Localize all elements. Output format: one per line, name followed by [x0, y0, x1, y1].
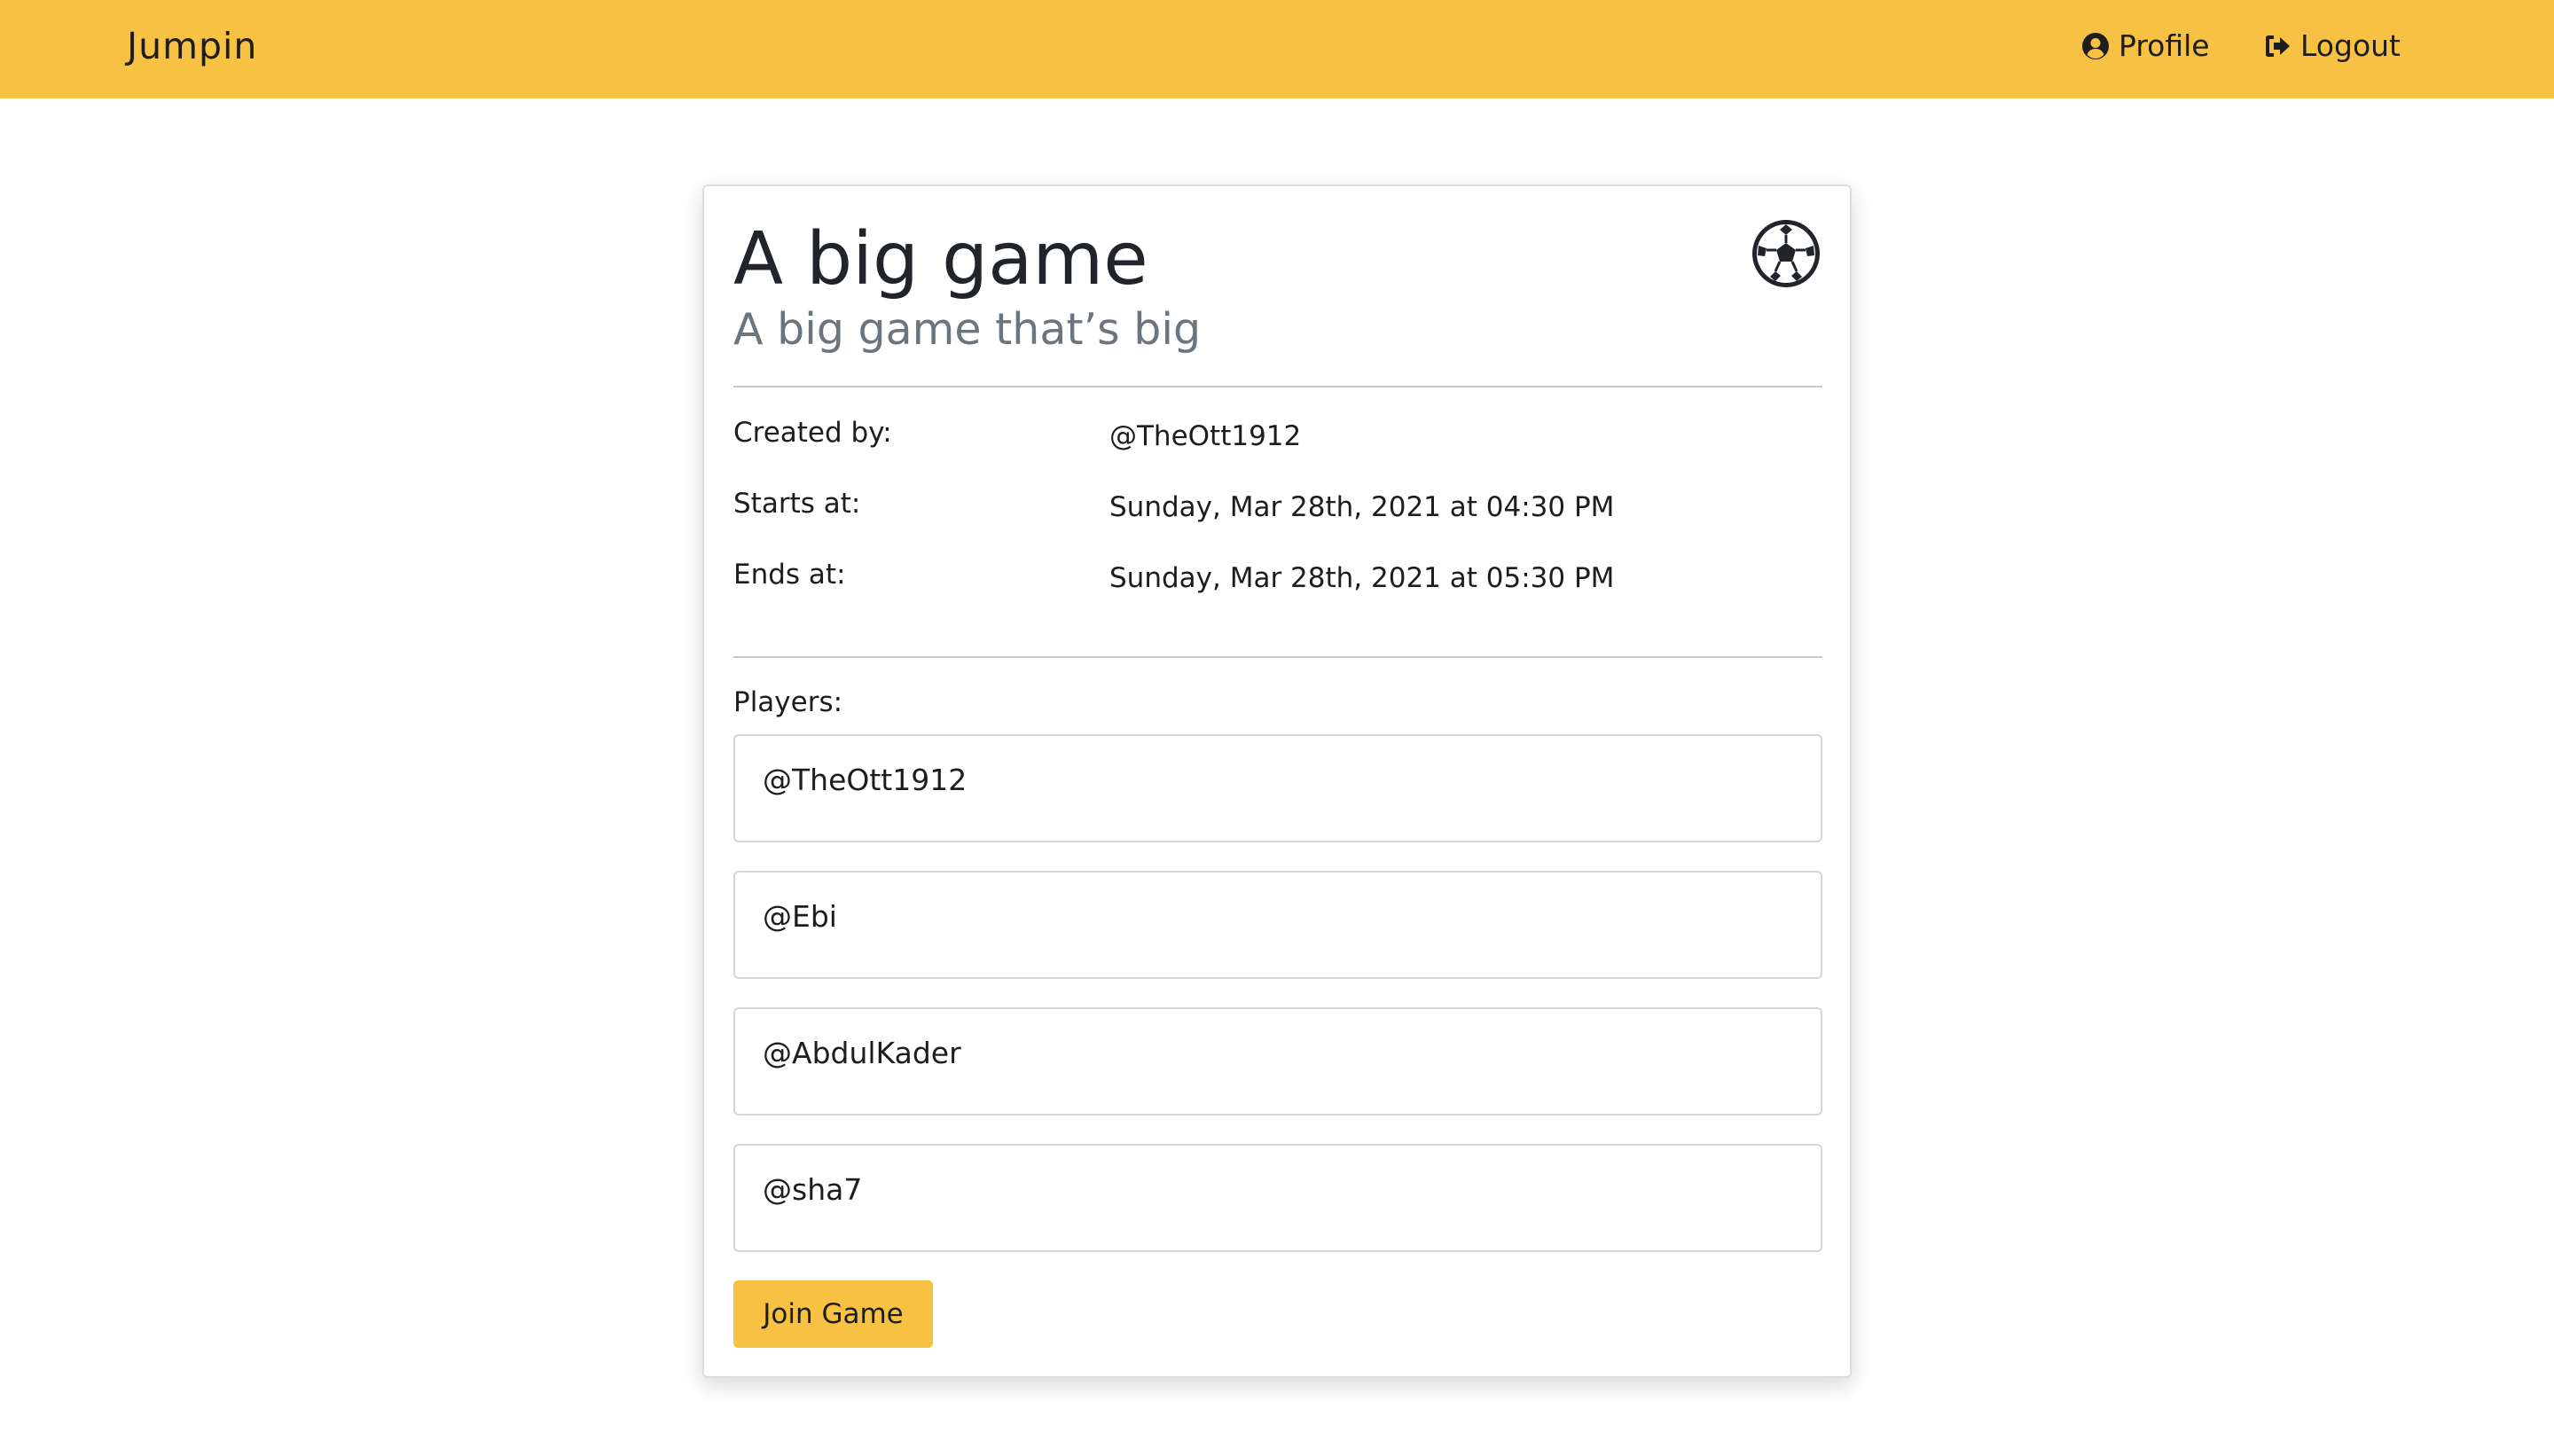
player-list-item[interactable]: @AbdulKader [733, 1007, 1822, 1115]
player-name: @Ebi [763, 899, 837, 934]
ends-at-label: Ends at: [733, 559, 846, 591]
ends-at-value: Sunday, Mar 28th, 2021 at 05:30 PM [1109, 562, 1615, 594]
player-list-item[interactable]: @TheOtt1912 [733, 734, 1822, 842]
created-by-value: @TheOtt1912 [1109, 420, 1302, 452]
join-game-button[interactable]: Join Game [733, 1280, 933, 1348]
header-divider [733, 386, 1822, 387]
profile-link[interactable]: Profile [2081, 28, 2210, 63]
player-list-item[interactable]: @sha7 [733, 1144, 1822, 1252]
logout-label: Logout [2300, 28, 2401, 63]
created-by-label: Created by: [733, 417, 892, 449]
soccer-ball-icon [1751, 218, 1821, 289]
players-label: Players: [733, 686, 843, 718]
details-divider [733, 656, 1822, 658]
starts-at-label: Starts at: [733, 488, 861, 520]
player-name: @TheOtt1912 [763, 763, 968, 797]
logout-link[interactable]: Logout [2263, 28, 2401, 63]
player-name: @sha7 [763, 1172, 863, 1207]
starts-at-value: Sunday, Mar 28th, 2021 at 04:30 PM [1109, 491, 1615, 523]
profile-label: Profile [2119, 28, 2210, 63]
game-card: A big game A big game that’s big Created… [702, 184, 1852, 1378]
player-name: @AbdulKader [763, 1036, 961, 1070]
user-circle-icon [2081, 32, 2110, 60]
sign-out-icon [2263, 32, 2292, 60]
top-navbar: Jumpin Profile Logout [0, 0, 2554, 98]
player-list-item[interactable]: @Ebi [733, 871, 1822, 979]
game-title: A big game [733, 217, 1148, 301]
game-subtitle: A big game that’s big [733, 304, 1202, 355]
brand-link[interactable]: Jumpin [127, 25, 257, 67]
